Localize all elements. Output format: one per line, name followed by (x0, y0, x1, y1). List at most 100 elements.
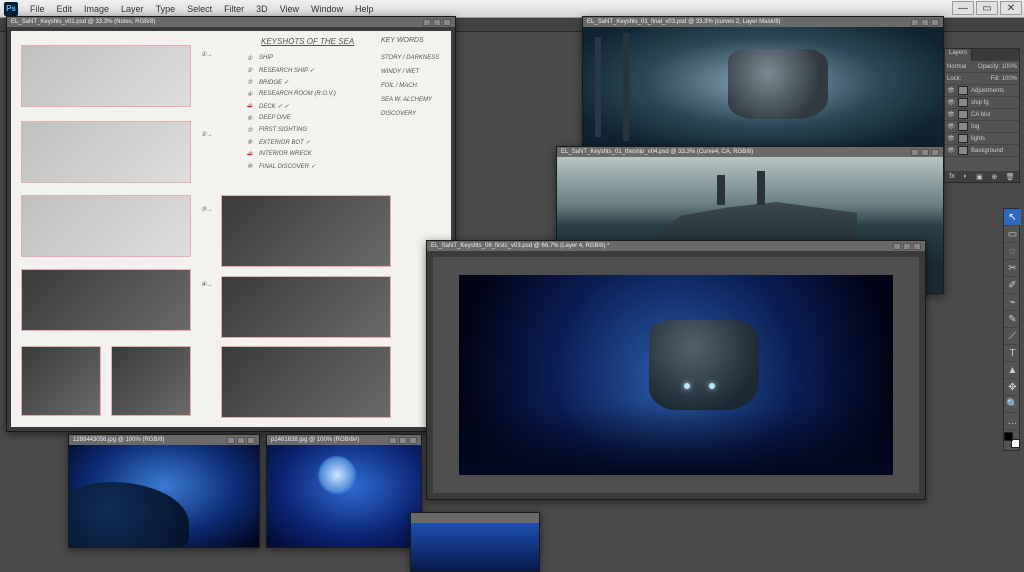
doc-max-icon[interactable] (399, 437, 407, 444)
doc-deepsea-titlebar[interactable]: EL_SaNT_Keyshts_06_firstc_v03.psd @ 66.7… (427, 241, 925, 251)
menu-edit[interactable]: Edit (51, 4, 79, 14)
hand-tool-icon[interactable]: ✥ (1004, 379, 1021, 396)
menu-image[interactable]: Image (78, 4, 115, 14)
brush-tool-icon[interactable]: ✎ (1004, 311, 1021, 328)
menu-help[interactable]: Help (349, 4, 380, 14)
doc-min-icon[interactable] (911, 149, 919, 156)
menu-layer[interactable]: Layer (115, 4, 150, 14)
shape-tool-icon[interactable]: ▲ (1004, 362, 1021, 379)
crop-tool-icon[interactable]: ✂ (1004, 260, 1021, 277)
list-item: RESEARCH SHIP ✓ (259, 67, 314, 74)
fx-icon[interactable]: fx (949, 173, 954, 180)
zoom-tool-icon[interactable]: 🔍 (1004, 396, 1021, 413)
layer-row[interactable]: 👁 lights (945, 133, 1019, 145)
eye-icon[interactable]: 👁 (947, 123, 955, 130)
menu-filter[interactable]: Filter (218, 4, 250, 14)
doc-storyboard-titlebar[interactable]: EL_SaNT_Keyshts_v01.psd @ 33.3% (Notes, … (7, 17, 455, 27)
doc-storyboard[interactable]: EL_SaNT_Keyshts_v01.psd @ 33.3% (Notes, … (6, 16, 456, 432)
layer-row[interactable]: 👁 fog (945, 121, 1019, 133)
eye-icon[interactable]: 👁 (947, 99, 955, 106)
fg-color-swatch[interactable] (1004, 432, 1013, 441)
menu-window[interactable]: Window (305, 4, 349, 14)
menu-3d[interactable]: 3D (250, 4, 274, 14)
doc-max-icon[interactable] (921, 19, 929, 26)
layer-name[interactable]: CA blur (971, 112, 991, 118)
doc-close-icon[interactable] (443, 19, 451, 26)
doc-min-icon[interactable] (893, 243, 901, 250)
layer-name[interactable]: ship fg (971, 100, 989, 106)
doc-min-icon[interactable] (227, 437, 235, 444)
doc-max-icon[interactable] (237, 437, 245, 444)
menu-view[interactable]: View (274, 4, 305, 14)
layer-name[interactable]: Adjustments (971, 88, 1004, 94)
doc-ref1[interactable]: 1288443056.jpg @ 100% (RGB/8) (68, 434, 260, 548)
tool-palette[interactable]: ↖ ▭ ◌ ✂ ✐ ⌁ ✎ ⟋ T ▲ ✥ 🔍 … (1003, 208, 1020, 451)
layer-thumb (958, 134, 968, 143)
doc-ref3-titlebar[interactable] (411, 513, 539, 523)
list-item: FINAL DISCOVER ✓ (259, 163, 316, 170)
eye-icon[interactable]: 👁 (947, 87, 955, 94)
eye-icon[interactable]: 👁 (947, 147, 955, 154)
opacity-label[interactable]: Opacity: 100% (978, 64, 1017, 70)
list-item: BRIDGE ✓ (259, 79, 289, 86)
layers-panel[interactable]: Layers Normal Opacity: 100% Lock: Fill: … (944, 48, 1020, 183)
fill-label[interactable]: Fill: 100% (991, 76, 1017, 82)
doc-ref2-titlebar[interactable]: p1461638.jpg @ 100% (RGB/8#) (267, 435, 421, 445)
clone-tool-icon[interactable]: ⟋ (1004, 328, 1021, 345)
layer-row[interactable]: 👁 Adjustments (945, 85, 1019, 97)
layer-row[interactable]: 👁 ship fg (945, 97, 1019, 109)
doc-close-icon[interactable] (247, 437, 255, 444)
doc-ref3[interactable] (410, 512, 540, 572)
layer-row[interactable]: 👁 CA blur (945, 109, 1019, 121)
doc-storyboard-canvas[interactable]: KEYSHOTS OF THE SEA KEY WORDS ①SHIP ②RES… (7, 27, 455, 431)
menu-select[interactable]: Select (181, 4, 218, 14)
doc-max-icon[interactable] (921, 149, 929, 156)
doc-submersible[interactable]: EL_SaNT_Keyshts_01_final_v03.psd @ 33.3%… (582, 16, 944, 150)
layers-footer: fx ◐ ▣ ⊕ 🗑 (945, 171, 1019, 182)
doc-min-icon[interactable] (911, 19, 919, 26)
doc-ref1-titlebar[interactable]: 1288443056.jpg @ 100% (RGB/8) (69, 435, 259, 445)
doc-max-icon[interactable] (903, 243, 911, 250)
eyedropper-tool-icon[interactable]: ✐ (1004, 277, 1021, 294)
eye-icon[interactable]: 👁 (947, 111, 955, 118)
more-tools-icon[interactable]: … (1004, 413, 1021, 430)
lasso-tool-icon[interactable]: ◌ (1004, 243, 1021, 260)
layer-row[interactable]: 👁 Background (945, 145, 1019, 157)
trash-icon[interactable]: 🗑 (1006, 173, 1015, 181)
list-item: SHIP (259, 55, 273, 61)
doc-ship-titlebar[interactable]: EL_SaNT_Keyshts_01_theship_v04.psd @ 33.… (557, 147, 943, 157)
doc-max-icon[interactable] (433, 19, 441, 26)
doc-close-icon[interactable] (931, 149, 939, 156)
doc-deepsea[interactable]: EL_SaNT_Keyshts_06_firstc_v03.psd @ 66.7… (426, 240, 926, 500)
folder-icon[interactable]: ▣ (976, 173, 983, 181)
eye-icon[interactable]: 👁 (947, 135, 955, 142)
doc-min-icon[interactable] (423, 19, 431, 26)
color-swatches[interactable] (1004, 432, 1020, 448)
type-tool-icon[interactable]: T (1004, 345, 1021, 362)
blend-mode[interactable]: Normal (947, 64, 966, 70)
doc-close-icon[interactable] (913, 243, 921, 250)
doc-submersible-titlebar[interactable]: EL_SaNT_Keyshts_01_final_v03.psd @ 33.3%… (583, 17, 943, 27)
layers-blend-row[interactable]: Normal Opacity: 100% (945, 61, 1019, 73)
close-button[interactable]: ✕ (1000, 1, 1022, 15)
heal-tool-icon[interactable]: ⌁ (1004, 294, 1021, 311)
maximize-button[interactable]: ▭ (976, 1, 998, 15)
tab-layers[interactable]: Layers (945, 49, 972, 61)
layer-name[interactable]: fog (971, 124, 979, 130)
mask-icon[interactable]: ◐ (963, 173, 967, 180)
menu-type[interactable]: Type (150, 4, 182, 14)
new-layer-icon[interactable]: ⊕ (991, 173, 997, 181)
layer-name[interactable]: lights (971, 136, 985, 142)
keyword: STORY / DARKNESS (381, 55, 439, 61)
doc-ref2[interactable]: p1461638.jpg @ 100% (RGB/8#) (266, 434, 422, 548)
doc-min-icon[interactable] (389, 437, 397, 444)
doc-ref1-title: 1288443056.jpg @ 100% (RGB/8) (73, 437, 164, 443)
layer-name[interactable]: Background (971, 148, 1003, 154)
marquee-tool-icon[interactable]: ▭ (1004, 226, 1021, 243)
move-tool-icon[interactable]: ↖ (1004, 209, 1021, 226)
doc-close-icon[interactable] (931, 19, 939, 26)
list-item: EXTERIOR BOT ✓ (259, 139, 310, 146)
doc-close-icon[interactable] (409, 437, 417, 444)
minimize-button[interactable]: — (952, 1, 974, 15)
menu-file[interactable]: File (24, 4, 51, 14)
